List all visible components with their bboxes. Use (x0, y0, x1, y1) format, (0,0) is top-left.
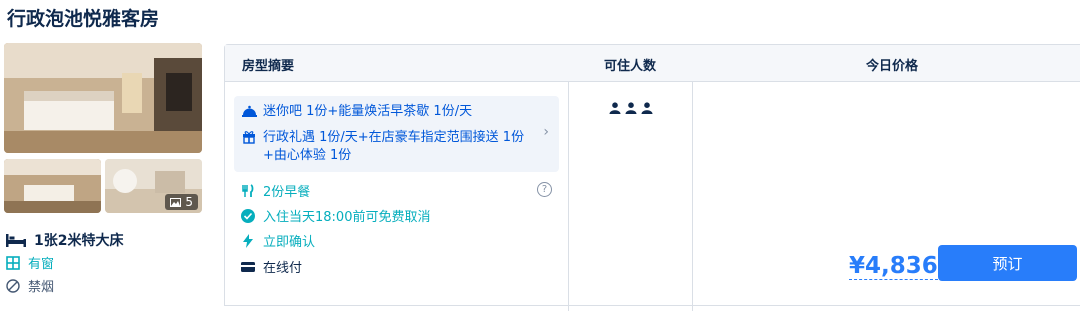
chevron-right-icon[interactable]: › (543, 124, 549, 140)
gift-text: +由心体验 1份 (263, 148, 352, 163)
bed-label: 1张2米特大床 (34, 233, 124, 249)
feature-free-cancel: 入住当天18:00前可免费取消 (241, 206, 430, 225)
window-info: 有窗 (6, 253, 54, 272)
no-smoking-icon (6, 278, 20, 293)
help-icon[interactable]: ? (537, 182, 552, 197)
header-occupancy: 可住人数 (604, 59, 657, 74)
room-photo-thumb-1[interactable] (4, 159, 101, 213)
fork-knife-icon (242, 183, 254, 197)
gift-text: 行政礼遇 1份/天+在店豪车指定范围接送 1份 (263, 130, 525, 145)
rate-table: 房型摘要 可住人数 今日价格 迷你吧 1份+能量焕活早茶歇 1份/天 行政礼遇 … (224, 44, 1080, 311)
check-circle-icon (241, 208, 255, 223)
room-photo-thumb-2[interactable]: 5 (105, 159, 202, 213)
card-icon (241, 261, 255, 272)
person-icon (609, 102, 621, 114)
smoking-info: 禁烟 (6, 276, 54, 295)
package-gifts[interactable]: 迷你吧 1份+能量焕活早茶歇 1份/天 行政礼遇 1份/天+在店豪车指定范围接送… (234, 96, 559, 172)
feature-instant-confirm: 立即确认 (241, 231, 315, 250)
feature-text: 入住当天18:00前可免费取消 (263, 210, 431, 225)
column-divider (568, 81, 569, 311)
header-room-summary: 房型摘要 (242, 59, 295, 74)
book-button[interactable]: 预订 (938, 245, 1077, 281)
table-header: 房型摘要 可住人数 今日价格 (225, 45, 1080, 82)
feature-text: 立即确认 (263, 235, 316, 250)
feature-text: 2份早餐 (263, 185, 311, 200)
lightning-icon (243, 233, 253, 248)
bed-info: 1张2米特大床 (6, 230, 123, 250)
gift-icon (243, 131, 255, 144)
feature-text: 在线付 (263, 261, 303, 276)
person-icon (641, 102, 653, 114)
window-label: 有窗 (28, 257, 55, 272)
occupancy-icons (609, 102, 653, 114)
photo-count-badge[interactable]: 5 (165, 194, 198, 210)
window-icon (6, 255, 20, 270)
gift-text: 迷你吧 1份+能量焕活早茶歇 1份/天 (263, 104, 473, 119)
feature-pay-online: 在线付 (241, 257, 302, 276)
feature-breakfast: 2份早餐 (241, 181, 310, 200)
smoking-label: 禁烟 (28, 280, 55, 295)
column-divider (692, 81, 693, 311)
image-icon (170, 197, 182, 207)
room-title: 行政泡池悦雅客房 (7, 8, 160, 30)
price[interactable]: ¥4,836 (849, 253, 938, 280)
photo-count: 5 (185, 195, 193, 209)
room-photo-main[interactable] (4, 43, 202, 153)
person-icon (625, 102, 637, 114)
header-price: 今日价格 (866, 59, 919, 74)
bed-icon (6, 233, 26, 247)
room-service-icon (242, 105, 257, 117)
